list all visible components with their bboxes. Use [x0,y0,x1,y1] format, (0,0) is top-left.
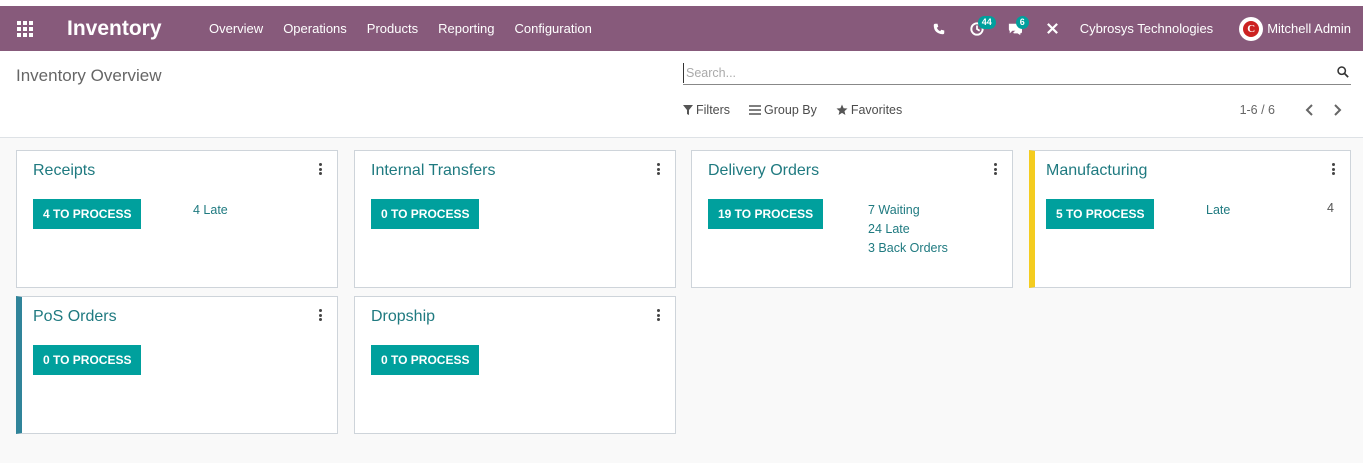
menu-item-products[interactable]: Products [357,21,428,36]
filters-label: Filters [696,103,731,117]
user-name: Mitchell Admin [1267,21,1351,36]
to-process-button[interactable]: 5 TO PROCESS [1046,199,1155,229]
menu-item-overview[interactable]: Overview [199,21,273,36]
back-orders-link[interactable]: 3 Back Orders [868,239,948,258]
page-title: Inventory Overview [16,66,162,85]
activity-icon[interactable]: 44 [958,6,996,51]
menu-item-configuration[interactable]: Configuration [504,21,601,36]
menu-item-operations[interactable]: Operations [273,21,357,36]
avatar-letter: C [1243,20,1260,37]
filters-button[interactable]: Filters [683,103,730,117]
card-manufacturing: Manufacturing 5 TO PROCESS Late 4 [1029,150,1351,288]
dropdown-menu-icon[interactable] [317,162,323,176]
favorites-label: Favorites [850,103,903,117]
search-icon[interactable] [1337,66,1349,81]
dropdown-menu-icon[interactable] [655,308,661,322]
control-panel: Inventory Overview Filters Group By Favo… [0,51,1363,138]
apps-menu-icon[interactable] [0,6,50,51]
card-title[interactable]: PoS Orders [33,308,117,326]
dropdown-menu-icon[interactable] [992,162,998,176]
dropdown-menu-icon[interactable] [1330,162,1336,176]
company-switcher[interactable]: Cybrosys Technologies [1080,21,1213,36]
late-link[interactable]: 4 Late [193,201,228,220]
card-title[interactable]: Delivery Orders [708,162,819,180]
group-by-label: Group By [764,103,817,117]
waiting-link[interactable]: 7 Waiting [868,201,948,220]
filter-icon [683,105,693,115]
late-link[interactable]: 24 Late [868,220,948,239]
main-navbar: Inventory Overview Operations Products R… [0,6,1363,51]
list-icon [749,105,762,115]
to-process-button[interactable]: 0 TO PROCESS [33,345,142,375]
pager: 1-6 / 6 [1240,103,1347,117]
card-pos-orders: PoS Orders 0 TO PROCESS [16,296,338,434]
card-dropship: Dropship 0 TO PROCESS [354,296,676,434]
navbar-systray: 44 6 Cybrosys Technologies C Mitchell Ad… [920,6,1363,51]
group-by-button[interactable]: Group By [749,103,817,117]
card-title[interactable]: Dropship [371,308,435,326]
debug-tools-icon[interactable] [1034,6,1072,51]
to-process-button[interactable]: 0 TO PROCESS [371,199,480,229]
late-count: 4 [1327,201,1334,215]
user-menu[interactable]: C Mitchell Admin [1239,16,1351,41]
card-title[interactable]: Internal Transfers [371,162,496,180]
to-process-button[interactable]: 0 TO PROCESS [371,345,480,375]
card-title[interactable]: Receipts [33,162,95,180]
favorites-button[interactable]: Favorites [836,103,902,117]
pager-value[interactable]: 1-6 / 6 [1240,103,1275,117]
card-title[interactable]: Manufacturing [1046,162,1147,180]
late-link[interactable]: Late [1206,201,1230,220]
search-bar [683,63,1351,85]
card-receipts: Receipts 4 TO PROCESS 4 Late [16,150,338,288]
to-process-button[interactable]: 19 TO PROCESS [708,199,824,229]
messages-icon[interactable]: 6 [996,6,1034,51]
card-stats: Late [1206,201,1230,220]
main-menu: Overview Operations Products Reporting C… [199,21,602,36]
card-stats: 7 Waiting 24 Late 3 Back Orders [868,201,948,258]
app-title[interactable]: Inventory [67,17,199,41]
search-options: Filters Group By Favorites [683,103,921,117]
activity-badge: 44 [977,16,996,29]
to-process-button[interactable]: 4 TO PROCESS [33,199,142,229]
avatar: C [1239,16,1264,41]
card-delivery-orders: Delivery Orders 19 TO PROCESS 7 Waiting … [691,150,1013,288]
star-icon [836,104,848,115]
card-stats: 4 Late [193,201,228,220]
dropdown-menu-icon[interactable] [317,308,323,322]
chevron-right-icon[interactable] [1333,104,1347,116]
phone-icon[interactable] [920,6,958,51]
chevron-left-icon[interactable] [1305,104,1319,116]
dropdown-menu-icon[interactable] [655,162,661,176]
messages-badge: 6 [1015,16,1029,29]
search-input[interactable] [683,63,1323,83]
card-internal-transfers: Internal Transfers 0 TO PROCESS [354,150,676,288]
grid-icon [17,20,33,37]
menu-item-reporting[interactable]: Reporting [428,21,504,36]
